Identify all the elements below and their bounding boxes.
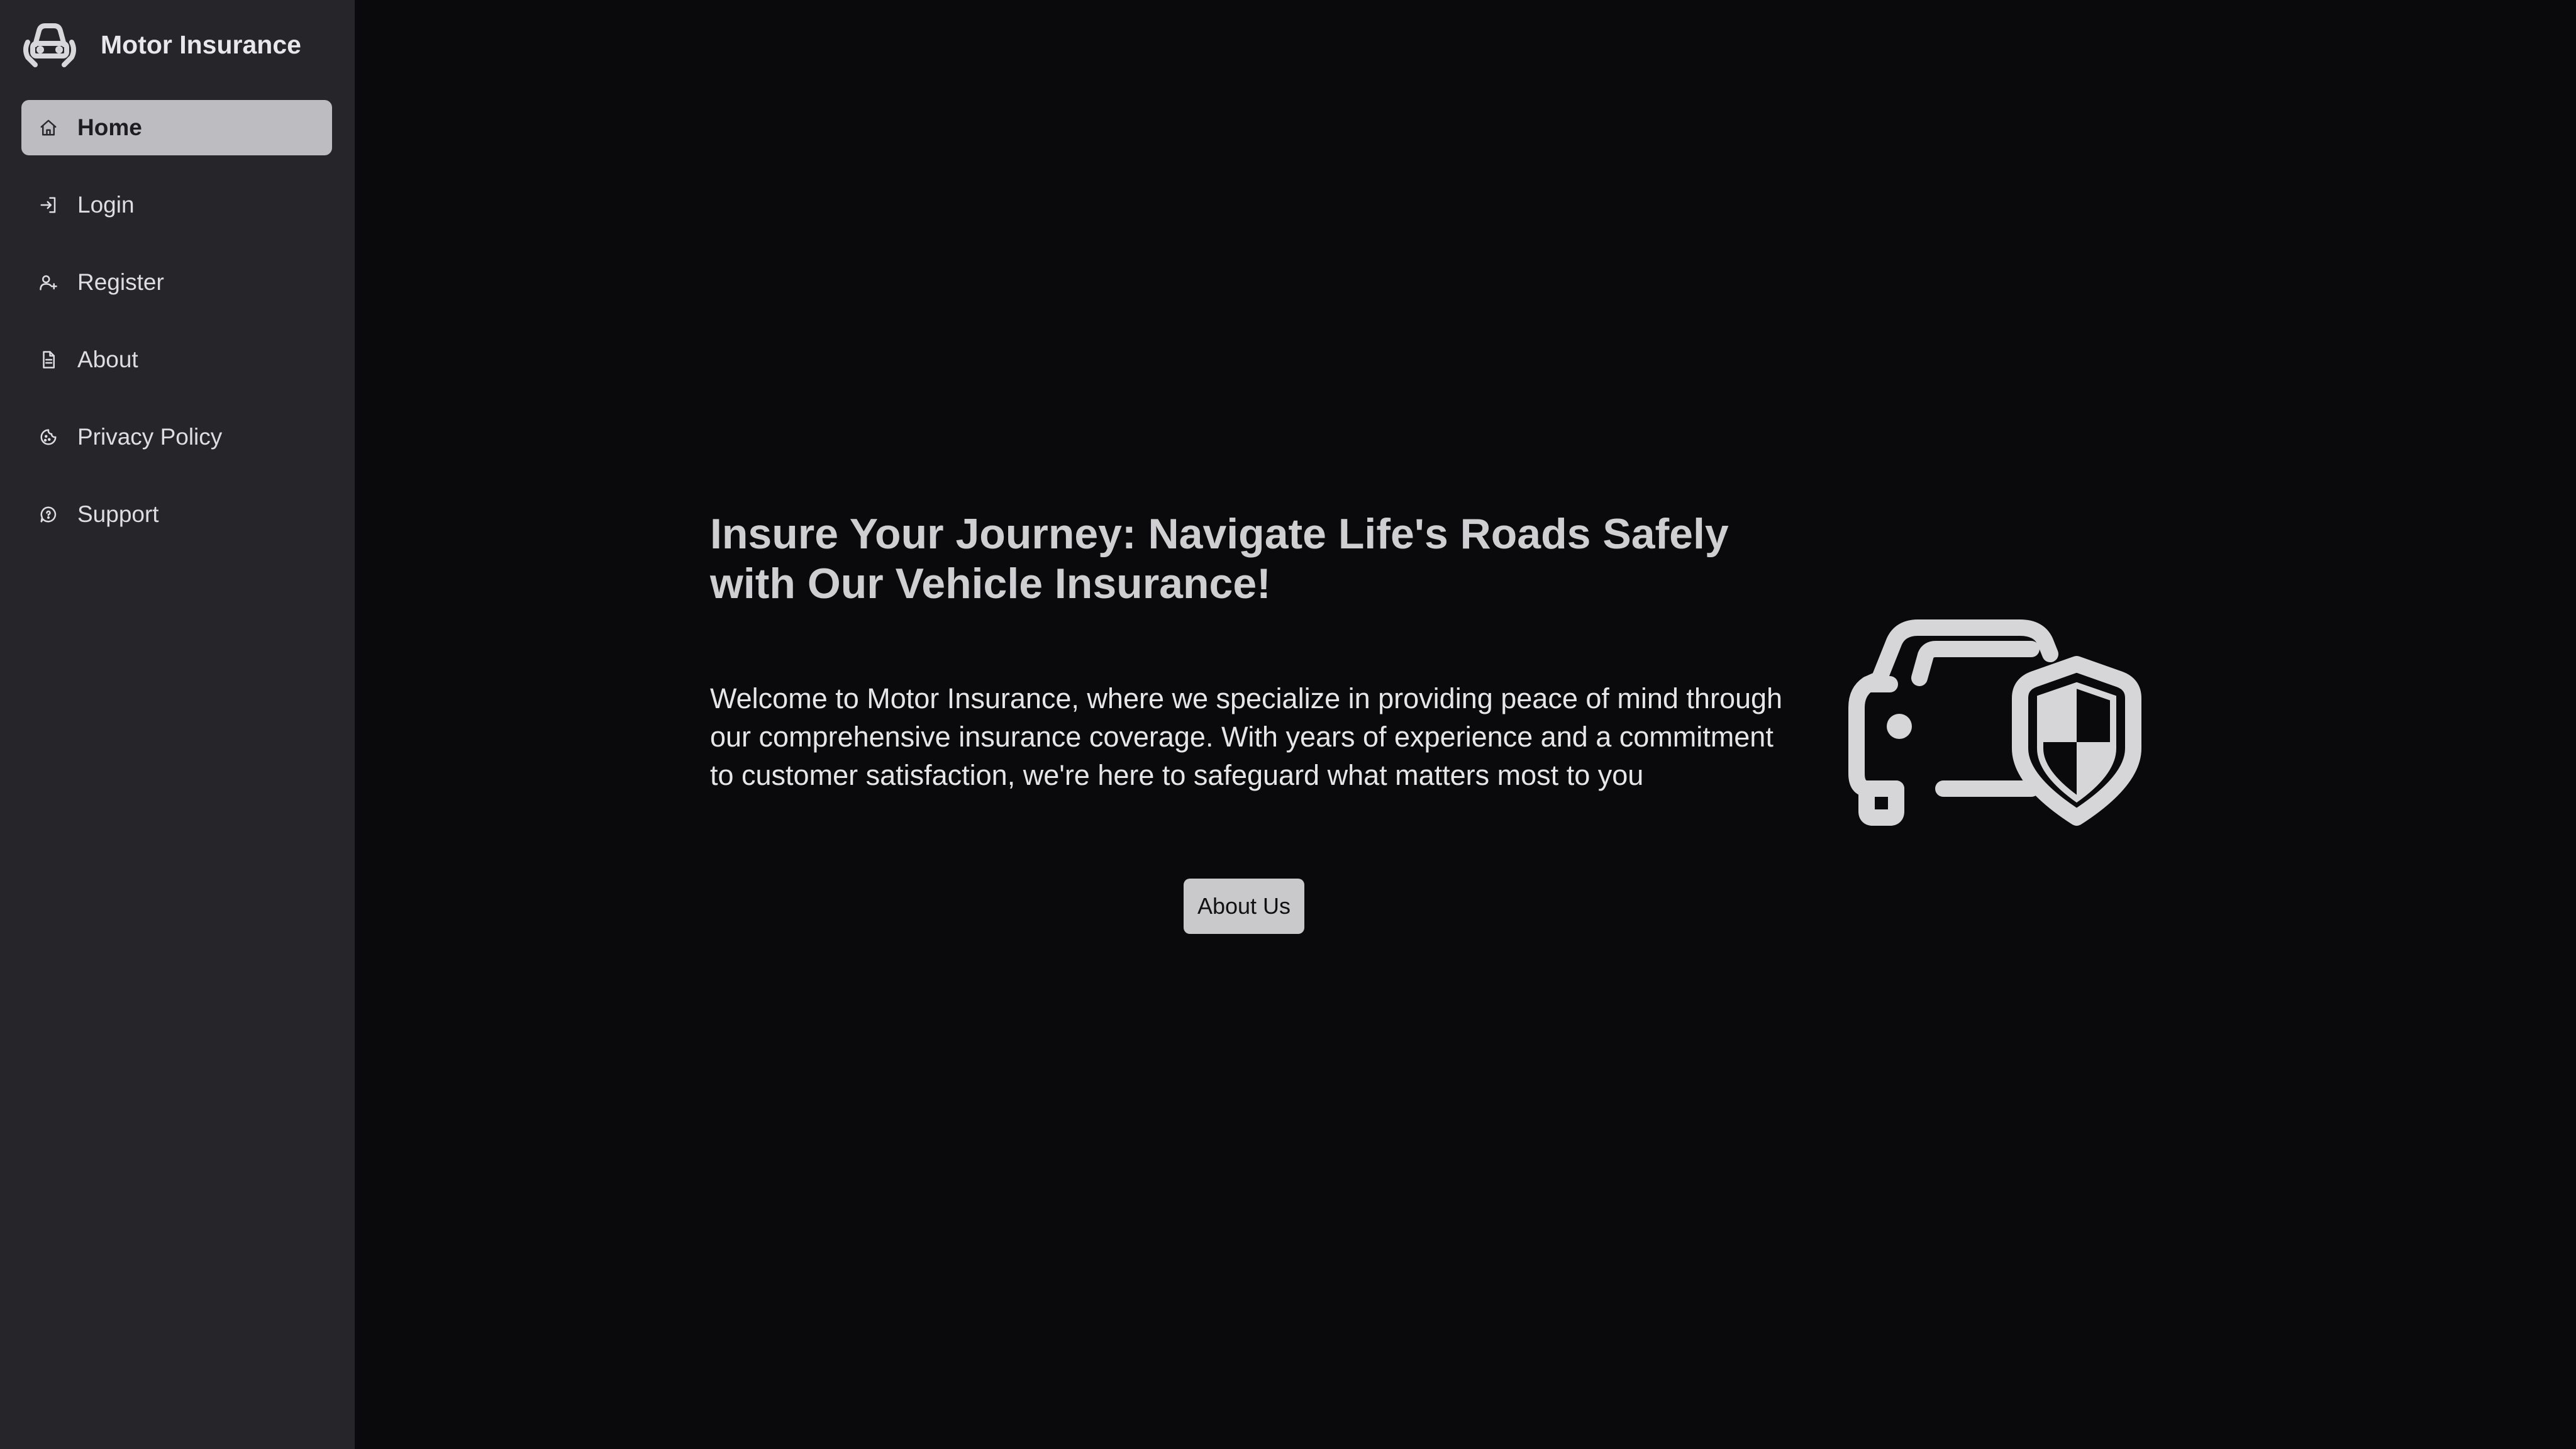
sidebar-item-label: Privacy Policy [77, 424, 223, 450]
sidebar-nav: Home Login Register About Privacy Policy… [21, 100, 332, 564]
document-icon [38, 349, 59, 370]
sidebar-item-label: Login [77, 192, 135, 218]
login-icon [38, 194, 59, 216]
sidebar-item-label: Register [77, 269, 164, 295]
hero-title: Insure Your Journey: Navigate Life's Roa… [710, 510, 1729, 608]
cookie-icon [38, 426, 59, 448]
about-us-button[interactable]: About Us [1184, 879, 1304, 934]
car-shield-icon [1843, 616, 2157, 836]
sidebar-item-register[interactable]: Register [21, 255, 332, 310]
hero-description: Welcome to Motor Insurance, where we spe… [710, 682, 1783, 791]
sidebar-item-about[interactable]: About [21, 332, 332, 387]
sidebar-item-label: Support [77, 501, 159, 527]
sidebar-item-support[interactable]: Support [21, 487, 332, 542]
car-shield-logo-icon [21, 18, 78, 71]
brand[interactable]: Motor Insurance [21, 18, 301, 72]
sidebar-item-privacy-policy[interactable]: Privacy Policy [21, 409, 332, 465]
main-content: Insure Your Journey: Navigate Life's Roa… [355, 0, 2576, 1449]
sidebar-item-login[interactable]: Login [21, 177, 332, 233]
sidebar-item-home[interactable]: Home [21, 100, 332, 155]
sidebar: Motor Insurance Home Login Register Abou… [0, 0, 355, 1449]
user-plus-icon [38, 272, 59, 293]
sidebar-item-label: About [77, 347, 138, 372]
sidebar-item-label: Home [77, 114, 142, 140]
app-title: Motor Insurance [101, 30, 301, 59]
home-icon [38, 117, 59, 138]
help-chat-icon [38, 504, 59, 525]
